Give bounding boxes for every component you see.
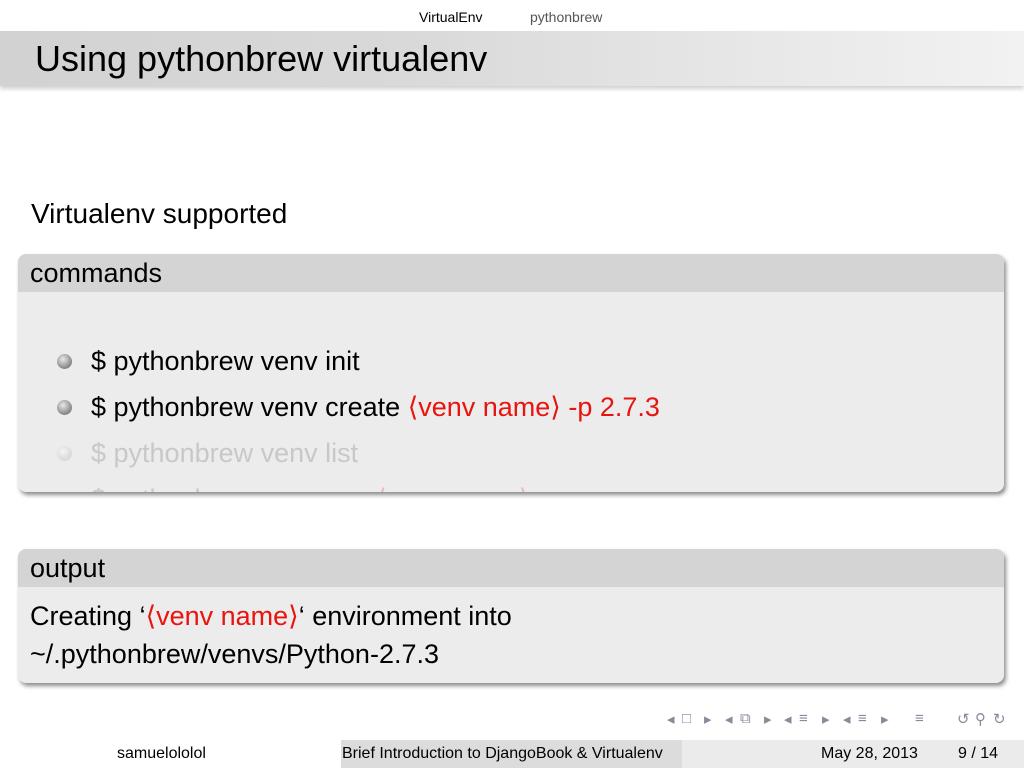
nav-back-icon[interactable]: ↺ (957, 710, 970, 728)
nav-next-section-icon[interactable]: ▸ (822, 710, 830, 728)
command-arg: ⟨venv name⟩ (407, 392, 561, 422)
intro-text: Virtualenv supported (31, 198, 288, 229)
nav-section-virtualenv[interactable]: VirtualEnv (419, 9, 483, 25)
command-prefix: $ pythonbrew venv list (91, 438, 359, 468)
beamer-navigation-symbols: ◂ □ ▸ ◂ ⧉ ▸ ◂ ≡ ▸ ◂ ≡ ▸ ≡ ↺ ⚲ ↻ (662, 710, 1022, 734)
output-arg: ⟨venv name⟩ (145, 601, 299, 631)
output-block: output Creating ‘⟨venv name⟩‘ environmen… (18, 549, 1004, 683)
command-prefix: $ pythonbrew venv use (91, 484, 376, 492)
command-prefix: $ pythonbrew venv init (91, 346, 360, 376)
nav-search-icon[interactable]: ⚲ (975, 710, 986, 728)
nav-next-frame-icon[interactable]: ▸ (704, 710, 712, 728)
command-text: $ pythonbrew venv create ⟨venv name⟩ -p … (91, 389, 660, 425)
commands-block-heading: commands (18, 254, 1004, 292)
output-block-heading: output (18, 549, 1004, 587)
section-navigation: VirtualEnv pythonbrew (0, 0, 1024, 31)
commands-block: commands $ pythonbrew venv init $ python… (18, 254, 1004, 492)
slide-title: Using pythonbrew virtualenv (35, 38, 488, 79)
footer-date: May 28, 2013 (821, 745, 918, 762)
bullet-icon (57, 354, 72, 369)
nav-frame-icon[interactable]: □ (682, 710, 691, 727)
frame-title-bar: Using pythonbrew virtualenv (0, 31, 1024, 86)
nav-forward-icon[interactable]: ↻ (993, 710, 1006, 728)
command-prefix: $ pythonbrew venv create (91, 392, 408, 422)
nav-next-section-icon[interactable]: ▸ (881, 710, 889, 728)
footer-author-box: samuelololol (0, 740, 341, 768)
command-suffix: -p 2.7.3 (560, 392, 660, 422)
command-text: $ pythonbrew venv init (91, 343, 360, 379)
nav-section-icon[interactable]: ≡ (799, 710, 808, 727)
footer-date-box: May 28, 2013 9 / 14 (682, 740, 1024, 768)
output-line-1: Creating ‘⟨venv name⟩‘ environment into (30, 597, 512, 635)
bullet-icon (57, 400, 72, 415)
footer-page-number: 9 / 14 (958, 745, 999, 762)
command-text: $ pythonbrew venv use ⟨venv name⟩ (91, 481, 529, 492)
footer-talk-title: Brief Introduction to DjangoBook & Virtu… (342, 745, 663, 762)
nav-prev-section-icon[interactable]: ◂ (784, 710, 792, 728)
output-line-2: ~/.pythonbrew/venvs/Python-2.7.3 (30, 639, 439, 669)
footer-title-box: Brief Introduction to DjangoBook & Virtu… (341, 740, 682, 768)
output-text: Creating ‘⟨venv name⟩‘ environment into … (30, 597, 512, 673)
nav-prev-frame-icon[interactable]: ◂ (667, 710, 675, 728)
nav-next-subsection-icon[interactable]: ▸ (764, 710, 772, 728)
nav-prev-subsection-icon[interactable]: ◂ (725, 710, 733, 728)
command-text: $ pythonbrew venv list (91, 435, 358, 471)
footer-author: samuelololol (117, 745, 206, 762)
nav-prev-section-icon[interactable]: ◂ (843, 710, 851, 728)
output-prefix: Creating ‘ (30, 601, 146, 631)
output-suffix: ‘ environment into (298, 601, 512, 631)
nav-doc-icon[interactable]: ≡ (915, 710, 924, 727)
command-arg: ⟨venv name⟩ (376, 484, 529, 492)
footline: samuelololol Brief Introduction to Djang… (0, 740, 1024, 768)
nav-subsection-icon[interactable]: ⧉ (740, 710, 751, 727)
nav-section-pythonbrew[interactable]: pythonbrew (530, 9, 602, 25)
bullet-icon (57, 446, 72, 461)
nav-section-icon[interactable]: ≡ (858, 710, 867, 727)
